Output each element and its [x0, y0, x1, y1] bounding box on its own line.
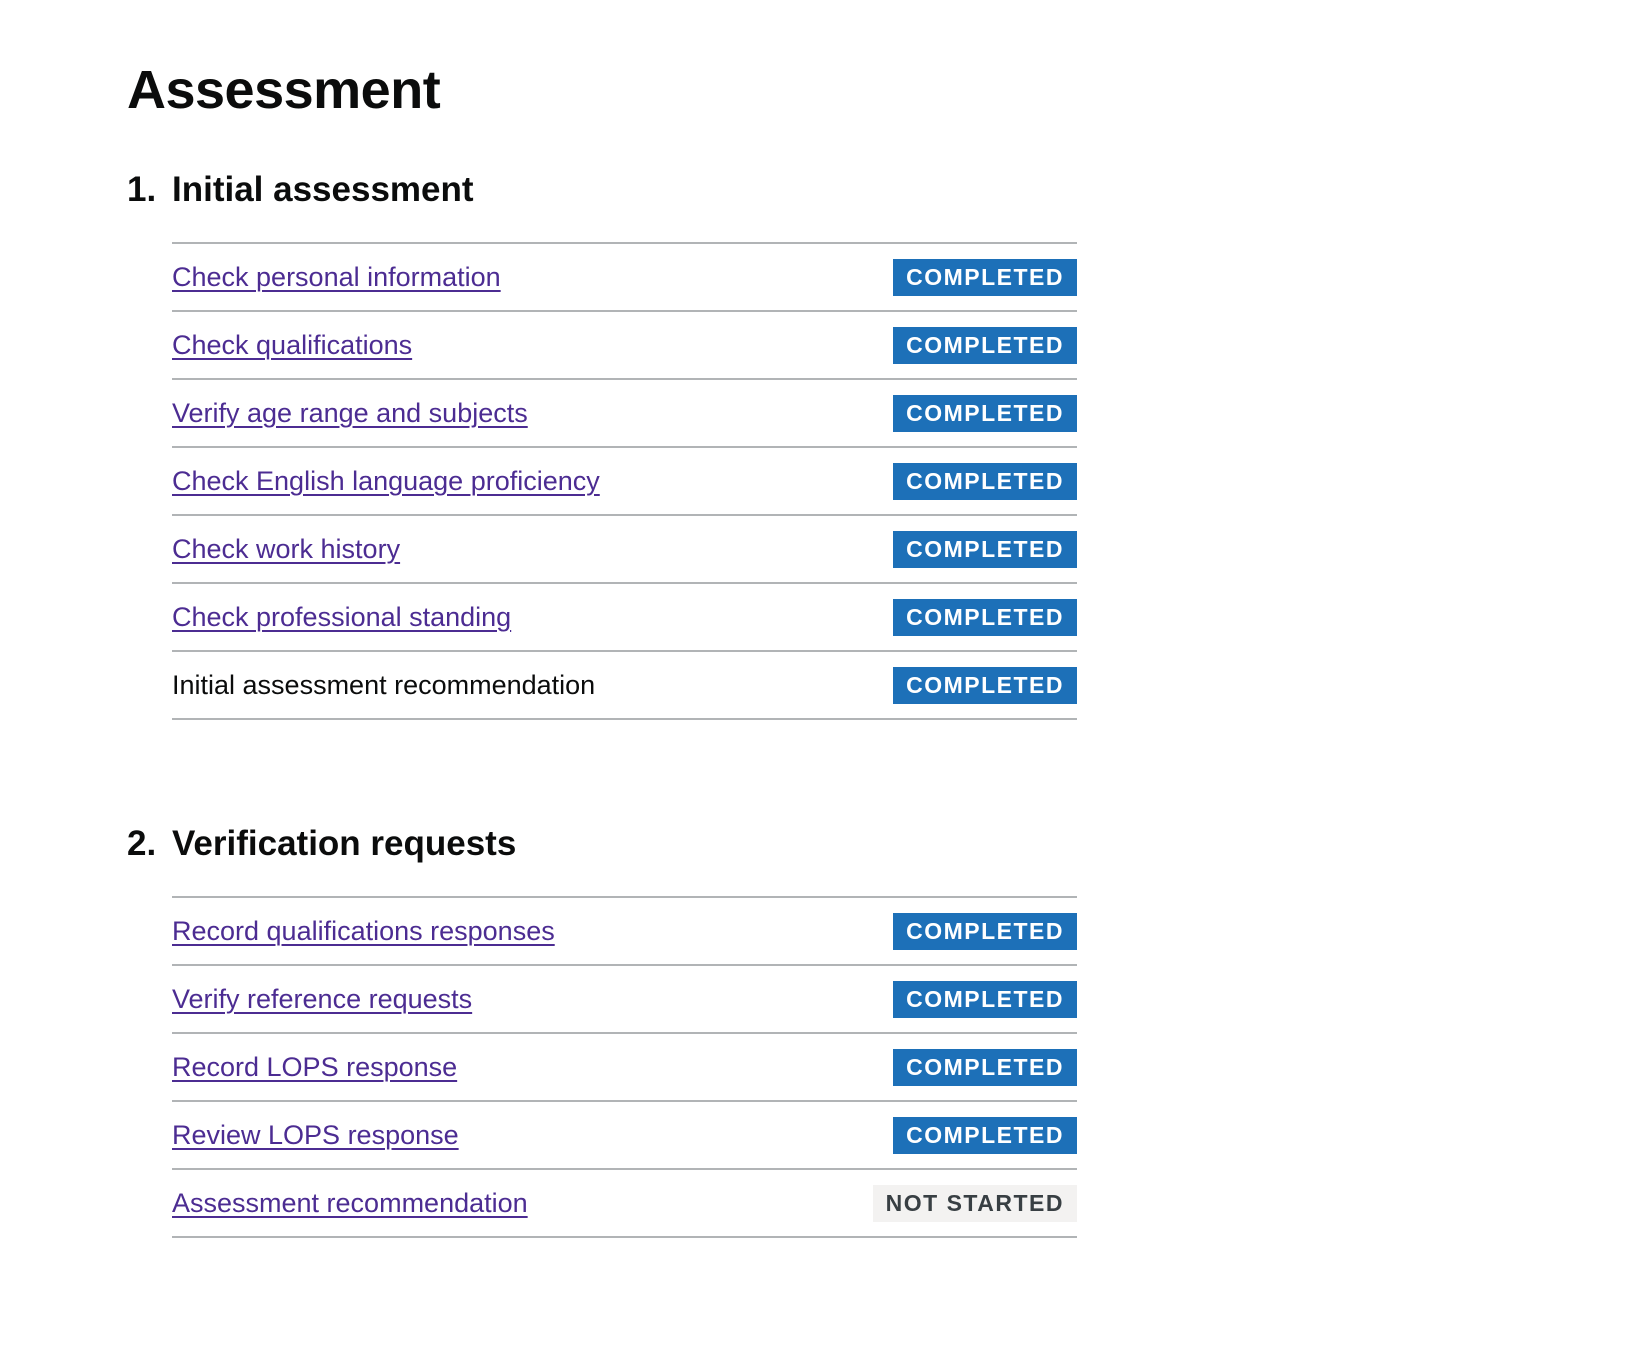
section-number: 2. — [127, 824, 157, 863]
status-tag: COMPLETED — [893, 326, 1077, 364]
task-item-assessment-recommendation: Assessment recommendation NOT STARTED — [172, 1170, 1077, 1238]
task-link-verify-reference-requests[interactable]: Verify reference requests — [172, 984, 472, 1015]
task-link-check-english-language-proficiency[interactable]: Check English language proficiency — [172, 466, 600, 497]
task-link-check-work-history[interactable]: Check work history — [172, 534, 400, 565]
section-title: Verification requests — [172, 824, 517, 863]
task-link-check-personal-information[interactable]: Check personal information — [172, 262, 501, 293]
status-tag: COMPLETED — [893, 1048, 1077, 1086]
task-link-check-qualifications[interactable]: Check qualifications — [172, 330, 412, 361]
task-item-verify-age-range: Verify age range and subjects COMPLETED — [172, 380, 1077, 448]
status-tag: COMPLETED — [893, 258, 1077, 296]
status-tag: COMPLETED — [893, 394, 1077, 432]
section-number: 1. — [127, 170, 157, 209]
section-heading: 1. Initial assessment — [127, 168, 1087, 212]
task-item-check-qualifications: Check qualifications COMPLETED — [172, 312, 1077, 380]
status-tag: COMPLETED — [893, 530, 1077, 568]
status-tag: COMPLETED — [893, 598, 1077, 636]
task-item-check-professional-standing: Check professional standing COMPLETED — [172, 584, 1077, 652]
status-tag: COMPLETED — [893, 1116, 1077, 1154]
task-link-review-lops-response[interactable]: Review LOPS response — [172, 1120, 459, 1151]
status-tag: COMPLETED — [893, 666, 1077, 704]
status-tag: NOT STARTED — [872, 1184, 1077, 1222]
section-initial-assessment: 1. Initial assessment Check personal inf… — [127, 168, 1087, 720]
section-heading: 2. Verification requests — [127, 822, 1087, 866]
status-tag: COMPLETED — [893, 980, 1077, 1018]
task-item-check-personal-information: Check personal information COMPLETED — [172, 244, 1077, 312]
task-item-check-work-history: Check work history COMPLETED — [172, 516, 1077, 584]
task-item-record-qualifications-responses: Record qualifications responses COMPLETE… — [172, 898, 1077, 966]
task-link-record-qualifications-responses[interactable]: Record qualifications responses — [172, 916, 555, 947]
task-item-verify-reference-requests: Verify reference requests COMPLETED — [172, 966, 1077, 1034]
task-link-check-professional-standing[interactable]: Check professional standing — [172, 602, 511, 633]
section-verification-requests: 2. Verification requests Record qualific… — [127, 822, 1087, 1238]
task-link-record-lops-response[interactable]: Record LOPS response — [172, 1052, 457, 1083]
task-text-initial-assessment-recommendation: Initial assessment recommendation — [172, 669, 596, 700]
task-item-initial-assessment-recommendation: Initial assessment recommendation COMPLE… — [172, 652, 1077, 720]
task-item-review-lops-response: Review LOPS response COMPLETED — [172, 1102, 1077, 1170]
status-tag: COMPLETED — [893, 462, 1077, 500]
page-title: Assessment — [127, 60, 441, 120]
task-link-verify-age-range-and-subjects[interactable]: Verify age range and subjects — [172, 398, 528, 429]
task-list: Check personal information COMPLETED Che… — [172, 242, 1077, 720]
task-list: Record qualifications responses COMPLETE… — [172, 896, 1077, 1238]
task-item-record-lops-response: Record LOPS response COMPLETED — [172, 1034, 1077, 1102]
section-title: Initial assessment — [172, 170, 474, 209]
status-tag: COMPLETED — [893, 912, 1077, 950]
task-link-assessment-recommendation[interactable]: Assessment recommendation — [172, 1188, 528, 1219]
task-item-check-english-proficiency: Check English language proficiency COMPL… — [172, 448, 1077, 516]
